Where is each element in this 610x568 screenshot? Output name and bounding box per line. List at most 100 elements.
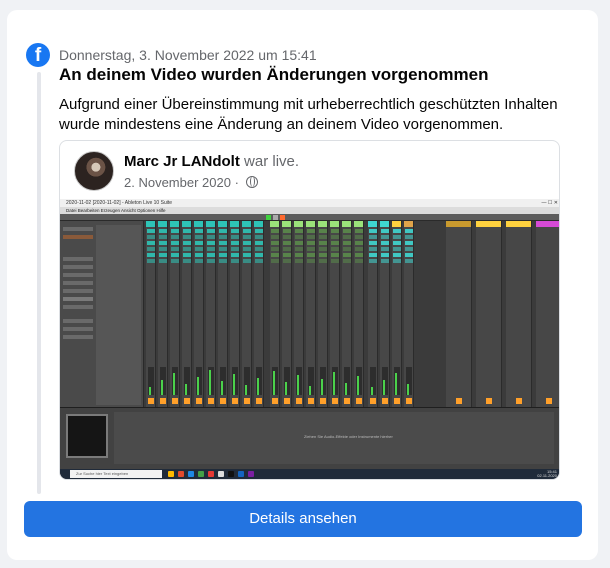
clip-slot	[307, 241, 315, 245]
clip-slot	[331, 235, 339, 239]
clip-slot	[255, 241, 263, 245]
browser-row	[63, 335, 93, 339]
browser-row	[63, 327, 93, 331]
level-meter	[395, 373, 397, 395]
clock-date: 02.11.2020	[537, 473, 557, 478]
track-header	[182, 221, 191, 227]
clip-slot	[295, 253, 303, 257]
level-meter	[197, 377, 199, 395]
clip-slot	[295, 241, 303, 245]
clip-slot	[405, 235, 413, 239]
globe-icon	[245, 176, 258, 188]
clip-slot	[355, 235, 363, 239]
clip-slot	[355, 241, 363, 245]
app-icon	[248, 471, 254, 477]
taskbar-search-text: Zur Suche hier Text eingeben	[76, 471, 129, 476]
post-author-name[interactable]: Marc Jr LANdolt	[124, 153, 240, 170]
clip-slot	[393, 253, 401, 257]
clip-slot	[243, 247, 251, 251]
clip-slot	[195, 253, 203, 257]
detail-view: Ziehen Sie Audio-Effekte oder Instrument…	[60, 407, 559, 469]
clip-slot	[319, 241, 327, 245]
track-activator	[370, 398, 376, 404]
play-icon	[266, 215, 271, 220]
browser-row	[63, 281, 93, 285]
mixer-track	[282, 221, 292, 407]
level-meter	[309, 386, 311, 395]
ableton-icon	[228, 471, 234, 477]
mixer-track	[230, 221, 240, 407]
level-meter	[245, 385, 247, 395]
track-activator	[220, 398, 226, 404]
track-activator	[256, 398, 262, 404]
track-header	[242, 221, 251, 227]
notification-message: Aufgrund einer Übereinstimmung mit urheb…	[59, 96, 558, 133]
clip-slot	[369, 247, 377, 251]
clip-slot	[283, 247, 291, 251]
clip-slot	[171, 259, 179, 263]
clip-slot	[183, 241, 191, 245]
track-activator	[308, 398, 314, 404]
track-header	[368, 221, 377, 227]
clip-slot	[343, 229, 351, 233]
edge-icon	[188, 471, 194, 477]
device-area: Ziehen Sie Audio-Effekte oder Instrument…	[114, 412, 554, 464]
track-activator	[296, 398, 302, 404]
clip-slot	[271, 235, 279, 239]
window-controls-icon: — ☐ ✕	[541, 200, 558, 206]
clip-slot	[283, 241, 291, 245]
clip-slot	[369, 229, 377, 233]
clip-slot	[159, 253, 167, 257]
mixer-track	[218, 221, 228, 407]
track-activator	[406, 398, 412, 404]
track-header	[354, 221, 363, 227]
clip-slot	[381, 235, 389, 239]
video-thumbnail[interactable]: 2020-11-02 [2020-11-02] - Ableton Live 1…	[60, 199, 559, 479]
clip-slot	[295, 235, 303, 239]
track-activator	[332, 398, 338, 404]
webcam-preview	[66, 414, 108, 458]
level-meter	[285, 382, 287, 395]
level-meter	[257, 378, 259, 395]
browser-row	[63, 297, 93, 301]
clip-slot	[283, 229, 291, 233]
avatar[interactable]	[74, 151, 114, 191]
session-view	[146, 221, 559, 407]
clip-slot	[307, 253, 315, 257]
clip-slot	[219, 241, 227, 245]
post-preview[interactable]: Marc Jr LANdolt war live. 2. November 20…	[59, 140, 560, 480]
menu-bar: Datei Bearbeiten Erzeugen Ansicht Option…	[60, 207, 559, 214]
post-date-text[interactable]: 2. November 2020 ·	[124, 175, 243, 190]
level-meter	[383, 380, 385, 395]
track-header	[146, 221, 155, 227]
track-header	[330, 221, 339, 227]
clip-slot	[355, 259, 363, 263]
clip-slot	[343, 259, 351, 263]
clip-slot	[405, 247, 413, 251]
level-meter	[371, 387, 373, 395]
clip-slot	[381, 247, 389, 251]
browser-row	[63, 227, 93, 231]
browser-file-list	[96, 225, 141, 405]
track-header	[158, 221, 167, 227]
track-header	[254, 221, 263, 227]
clip-slot	[219, 253, 227, 257]
mixer-track	[254, 221, 264, 407]
firefox-icon	[178, 471, 184, 477]
post-author-line: Marc Jr LANdolt war live.	[124, 153, 299, 170]
mixer-track	[392, 221, 402, 407]
clip-slot	[393, 241, 401, 245]
track-activator	[172, 398, 178, 404]
clip-slot	[343, 247, 351, 251]
details-button[interactable]: Details ansehen	[24, 501, 582, 537]
post-date[interactable]: 2. November 2020 ·	[124, 175, 258, 190]
clip-slot	[271, 229, 279, 233]
clip-slot	[147, 235, 155, 239]
clip-slot	[331, 229, 339, 233]
post-author-suffix: war live.	[239, 153, 300, 170]
menu-items: Datei Bearbeiten Erzeugen Ansicht Option…	[66, 208, 166, 213]
track-activator	[486, 398, 492, 404]
level-meter	[209, 370, 211, 395]
clip-slot	[147, 259, 155, 263]
clip-slot	[331, 259, 339, 263]
